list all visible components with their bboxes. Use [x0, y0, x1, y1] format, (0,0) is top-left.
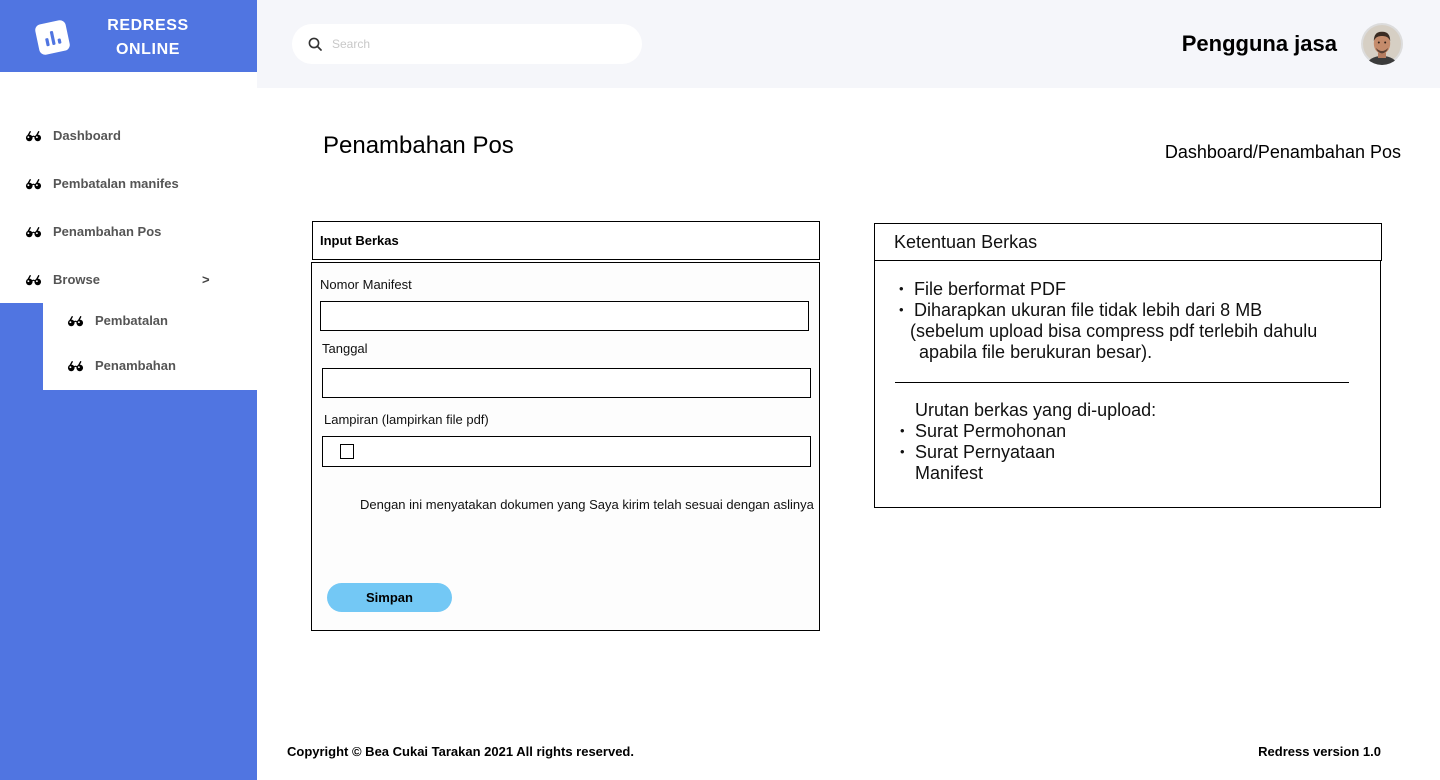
sidebar-item-dashboard[interactable]: Dashboard — [0, 120, 257, 152]
sidebar-item-browse[interactable]: Browse > — [0, 264, 257, 296]
glasses-icon — [67, 360, 84, 372]
tanggal-input[interactable] — [322, 368, 811, 398]
input-berkas-form: Nomor Manifest Tanggal Lampiran (lampirk… — [311, 262, 820, 631]
glasses-icon — [25, 178, 42, 190]
page-title: Penambahan Pos — [323, 132, 514, 159]
file-rule-note: apabila file berukuran besar). — [919, 342, 1153, 362]
search-icon[interactable] — [308, 37, 322, 51]
ketentuan-berkas-header: Ketentuan Berkas — [874, 223, 1382, 261]
search-bar[interactable] — [292, 24, 642, 64]
upload-order-item: Surat Permohonan — [900, 420, 1066, 442]
sidebar-item-label: Penambahan Pos — [53, 224, 162, 239]
declaration-text: Dengan ini menyatakan dokumen yang Saya … — [360, 497, 814, 512]
save-button[interactable]: Simpan — [327, 583, 452, 612]
lampiran-file-field[interactable] — [322, 436, 811, 467]
file-rule-item: File berformat PDF — [899, 278, 1066, 300]
tanggal-label: Tanggal — [322, 341, 368, 356]
glasses-icon — [67, 315, 84, 327]
upload-order-item: Surat Pernyataan — [900, 441, 1055, 463]
sidebar-item-pembatalan-manifes[interactable]: Pembatalan manifes — [0, 168, 257, 200]
brand-title-line2: ONLINE — [115, 41, 181, 58]
divider — [895, 382, 1349, 383]
sidebar-menu: Dashboard Pembatalan manifes Penambahan … — [0, 72, 257, 303]
sidebar-item-label: Pembatalan manifes — [53, 176, 179, 191]
glasses-icon — [25, 226, 42, 238]
user-avatar-photo[interactable] — [1361, 23, 1403, 65]
brand-title-line1: REDRESS — [107, 17, 189, 34]
footer-version: Redress version 1.0 — [1258, 744, 1381, 759]
upload-order-heading: Urutan berkas yang di-upload: — [915, 400, 1157, 420]
top-bar: Pengguna jasa — [257, 0, 1440, 88]
sidebar-item-label: Browse — [53, 272, 100, 287]
glasses-icon — [25, 130, 42, 142]
search-input[interactable] — [332, 24, 627, 64]
chevron-right-icon[interactable]: > — [202, 264, 210, 296]
main-content: Penambahan Pos Dashboard/Penambahan Pos … — [257, 88, 1440, 780]
glasses-icon — [25, 274, 42, 286]
submenu-item-label: Penambahan — [95, 358, 176, 373]
ketentuan-berkas-panel: File berformat PDF Diharapkan ukuran fil… — [874, 260, 1381, 508]
nomor-manifest-label: Nomor Manifest — [320, 277, 412, 292]
file-rule-note: (sebelum upload bisa compress pdf terleb… — [910, 321, 1318, 341]
attachment-checkbox[interactable] — [340, 444, 354, 459]
sidebar: REDRESS ONLINE Dashboard Pembatalan mani… — [0, 0, 257, 780]
submenu-item-penambahan[interactable]: Penambahan — [43, 350, 257, 382]
sidebar-item-label: Dashboard — [53, 128, 121, 143]
breadcrumb[interactable]: Dashboard/Penambahan Pos — [1165, 141, 1401, 163]
nomor-manifest-input[interactable] — [320, 301, 809, 331]
bar-chart-icon[interactable] — [34, 19, 71, 56]
lampiran-label: Lampiran (lampirkan file pdf) — [324, 412, 489, 427]
input-berkas-header: Input Berkas — [312, 221, 820, 260]
submenu-item-pembatalan[interactable]: Pembatalan — [43, 305, 257, 337]
browse-submenu: Pembatalan Penambahan — [43, 296, 257, 390]
file-rule-item: Diharapkan ukuran file tidak lebih dari … — [899, 299, 1262, 321]
submenu-item-label: Pembatalan — [95, 313, 168, 328]
upload-order-item-continuation: Manifest — [915, 463, 984, 483]
footer-copyright: Copyright © Bea Cukai Tarakan 2021 All r… — [287, 744, 634, 759]
sidebar-item-penambahan-pos[interactable]: Penambahan Pos — [0, 216, 257, 248]
user-name[interactable]: Pengguna jasa — [1182, 31, 1337, 57]
ketentuan-berkas-title: Ketentuan Berkas — [894, 232, 1038, 252]
input-berkas-title: Input Berkas — [320, 233, 399, 248]
